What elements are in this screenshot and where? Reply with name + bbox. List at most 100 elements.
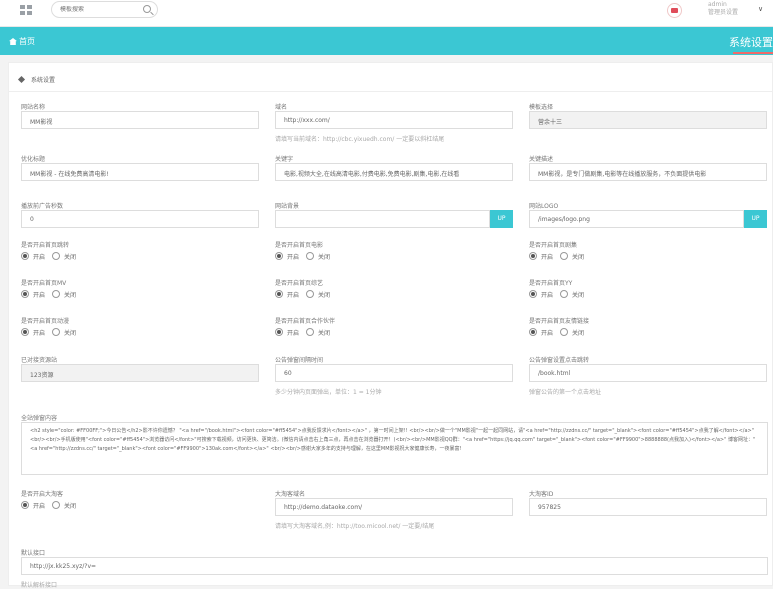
yy-toggle: 是否开启首页YY 开启 关闭 [529, 278, 591, 299]
search-icon[interactable] [143, 5, 151, 13]
search-box[interactable] [51, 1, 158, 18]
popup-link-input[interactable]: /book.html [529, 364, 767, 382]
taobao-off-radio[interactable] [52, 501, 61, 509]
template-select[interactable]: 营余十三 [529, 111, 767, 129]
page-title[interactable]: 系统设置 [729, 34, 773, 50]
user-name: admin [708, 1, 727, 8]
pc-redirect-toggle: 是否开启首页跳转 开启 关闭 [21, 240, 83, 261]
radio-label-on: 开启 [33, 329, 46, 337]
movies-off-radio[interactable] [306, 252, 315, 260]
movies-on-radio[interactable] [275, 252, 283, 260]
anime-off-radio[interactable] [52, 328, 61, 336]
variety-off-radio[interactable] [306, 290, 315, 298]
radio-label-on: 开启 [287, 329, 300, 337]
logo-input[interactable]: /images/logo.png [529, 210, 744, 228]
taobao-domain-tip: 请填写大淘客域名,例：http://too.micool.net/ 一定要/结尾 [275, 523, 435, 530]
radio-label-off: 关闭 [64, 253, 77, 261]
anime-label: 是否开启首页动漫 [21, 318, 70, 325]
background-field: 网站背景 UP [275, 201, 513, 228]
tag-icon [17, 75, 26, 84]
default-api-label: 默认接口 [21, 550, 46, 557]
mv-toggle: 是否开启首页MV 开启 关闭 [21, 278, 83, 299]
logo-label: 网站LOGO [529, 203, 559, 210]
popup-interval-input[interactable]: 60 [275, 364, 513, 382]
radio-label-off: 关闭 [64, 502, 77, 510]
radio-label-on: 开启 [287, 253, 300, 261]
partner-on-radio[interactable] [275, 328, 283, 336]
anime-on-radio[interactable] [21, 328, 29, 336]
taobao-on-radio[interactable] [21, 501, 29, 509]
taobao-toggle: 是否开启大淘客 开启 关闭 [21, 489, 83, 510]
variety-on-radio[interactable] [275, 290, 283, 298]
ad-seconds-label: 播放前广告秒数 [21, 203, 64, 210]
settings-panel: 系统设置 网站名称 MM影视 域名 http://xxx.com/ 请填写当前域… [8, 62, 773, 589]
domain-input[interactable]: http://xxx.com/ [275, 111, 513, 129]
taobao-id-field: 大淘客ID 957825 [529, 489, 767, 516]
radio-label-off: 关闭 [572, 291, 585, 299]
api-name-label: 已对接资源站 [21, 357, 58, 364]
description-input[interactable]: MM影视，是专门做剧集,电影等在线播放服务，不负面提供电影 [529, 163, 767, 181]
api-name-input[interactable]: 123资源 [21, 364, 259, 382]
yy-off-radio[interactable] [560, 290, 569, 298]
ad-seconds-field: 播放前广告秒数 0 [21, 201, 259, 228]
popup-interval-tip: 多少分钟内页面弹出，单位：1 = 1分钟 [275, 389, 382, 396]
partner-off-radio[interactable] [306, 328, 315, 336]
mv-off-radio[interactable] [52, 290, 61, 298]
user-role: 管理员设置 [708, 9, 739, 16]
user-menu[interactable]: admin 管理员设置 ∨ [708, 1, 763, 17]
movies-toggle: 是否开启首页电影 开启 关闭 [275, 240, 337, 261]
mail-icon[interactable] [667, 3, 682, 18]
pc-redirect-label: 是否开启首页跳转 [21, 242, 70, 249]
template-label: 模板选择 [529, 104, 554, 111]
taobao-id-input[interactable]: 957825 [529, 498, 767, 516]
search-input[interactable] [60, 6, 140, 13]
home-link[interactable]: 首页 [9, 36, 35, 47]
taobao-label: 是否开启大淘客 [21, 491, 64, 498]
seo-title-label: 优化标题 [21, 156, 46, 163]
popup-interval-label: 公告弹窗间隔时间 [275, 357, 324, 364]
nav-bar: 首页 系统设置 [0, 27, 773, 55]
grid-menu-icon[interactable] [20, 5, 32, 15]
pc-redirect-on-radio[interactable] [21, 252, 29, 260]
seo-title-input[interactable]: MM影视 - 在线免费高清电影! [21, 163, 259, 181]
friend-links-on-radio[interactable] [529, 328, 537, 336]
taobao-domain-field: 大淘客域名 http://demo.dataoke.com/ 请填写大淘客域名,… [275, 489, 513, 530]
logo-upload-button[interactable]: UP [744, 210, 767, 228]
series-off-radio[interactable] [560, 252, 569, 260]
popup-link-field: 公告弹窗设置点击跳转 /book.html 弹窗公告的第一个点击地址 [529, 355, 767, 396]
taobao-domain-input[interactable]: http://demo.dataoke.com/ [275, 498, 513, 516]
chevron-down-icon[interactable]: ∨ [758, 5, 763, 13]
description-field: 关键描述 MM影视，是专门做剧集,电影等在线播放服务，不负面提供电影 [529, 154, 767, 181]
taobao-id-label: 大淘客ID [529, 491, 554, 498]
background-input[interactable] [275, 210, 490, 228]
series-toggle: 是否开启首页剧集 开启 关闭 [529, 240, 591, 261]
friend-links-off-radio[interactable] [560, 328, 569, 336]
radio-label-off: 关闭 [318, 329, 331, 337]
mv-on-radio[interactable] [21, 290, 29, 298]
series-on-radio[interactable] [529, 252, 537, 260]
active-tab-indicator [733, 52, 773, 54]
ad-seconds-input[interactable]: 0 [21, 210, 259, 228]
popup-link-label: 公告弹窗设置点击跳转 [529, 357, 590, 364]
announcement-textarea[interactable]: <h2 style="color: #FF00FF;">今日公告</h2>影不许… [21, 422, 768, 475]
radio-label-on: 开启 [541, 253, 554, 261]
variety-toggle: 是否开启首页综艺 开启 关闭 [275, 278, 337, 299]
announcement-label: 全站弹窗内容 [21, 415, 58, 422]
partner-label: 是否开启首页合作伙伴 [275, 318, 336, 325]
pc-redirect-off-radio[interactable] [52, 252, 61, 260]
top-bar: admin 管理员设置 ∨ [0, 0, 773, 27]
radio-label-on: 开启 [33, 502, 46, 510]
movies-label: 是否开启首页电影 [275, 242, 324, 249]
seo-title-field: 优化标题 MM影视 - 在线免费高清电影! [21, 154, 259, 181]
yy-on-radio[interactable] [529, 290, 537, 298]
keywords-input[interactable]: 电影,视频大全,在线高清电影,付费电影,免费电影,剧集,电影,在线看 [275, 163, 513, 181]
default-api-input[interactable]: http://jx.kk25.xyz/?v= [21, 557, 768, 575]
anime-toggle: 是否开启首页动漫 开启 关闭 [21, 316, 83, 337]
radio-label-off: 关闭 [64, 329, 77, 337]
background-upload-button[interactable]: UP [490, 210, 513, 228]
default-api-field: 默认接口 http://jx.kk25.xyz/?v= 默认解析接口 [21, 548, 768, 589]
site-name-label: 网站名称 [21, 104, 46, 111]
domain-field: 域名 http://xxx.com/ 请填写当前域名：http://cbc.yi… [275, 102, 513, 143]
site-name-input[interactable]: MM影视 [21, 111, 259, 129]
keywords-field: 关键字 电影,视频大全,在线高清电影,付费电影,免费电影,剧集,电影,在线看 [275, 154, 513, 181]
